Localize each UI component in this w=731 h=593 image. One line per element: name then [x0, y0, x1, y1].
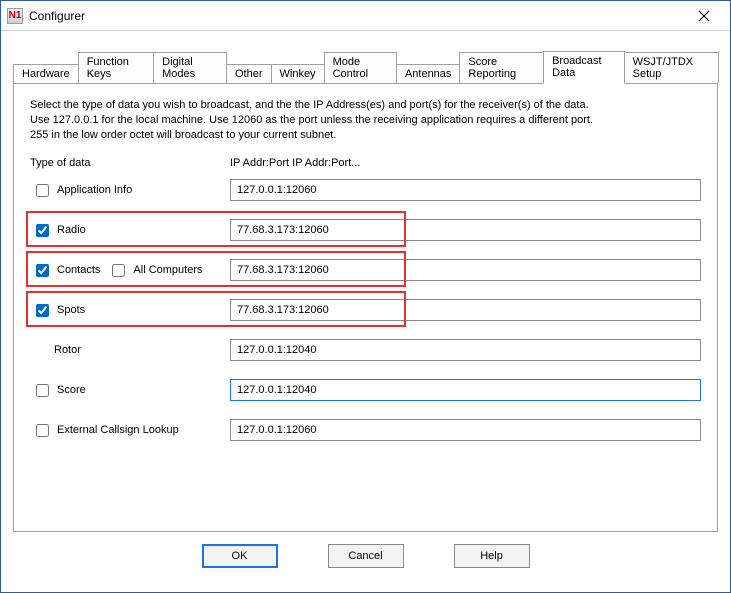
titlebar: N1 Configurer	[1, 1, 730, 31]
tab-hardware[interactable]: Hardware	[13, 64, 79, 83]
content-area: Hardware Function Keys Digital Modes Oth…	[1, 31, 730, 592]
close-icon	[698, 10, 710, 22]
input-external-callsign-lookup[interactable]	[230, 419, 701, 441]
tab-wsjt-jtdx-setup[interactable]: WSJT/JTDX Setup	[624, 52, 719, 83]
description-text: Select the type of data you wish to broa…	[30, 98, 701, 143]
header-type-of-data: Type of data	[30, 157, 230, 169]
label-contacts: Contacts	[57, 264, 100, 276]
label-application-info: Application Info	[57, 184, 132, 196]
cancel-button[interactable]: Cancel	[328, 544, 404, 568]
row-score: Score	[30, 379, 701, 401]
input-radio[interactable]	[230, 219, 701, 241]
description-line-1: Select the type of data you wish to broa…	[30, 98, 701, 113]
input-application-info[interactable]	[230, 179, 701, 201]
tab-broadcast-data[interactable]: Broadcast Data	[543, 51, 625, 84]
input-spots[interactable]	[230, 299, 701, 321]
checkbox-contacts[interactable]	[36, 264, 49, 277]
description-line-3: 255 in the low order octet will broadcas…	[30, 128, 701, 143]
tab-digital-modes[interactable]: Digital Modes	[153, 52, 227, 83]
tab-other[interactable]: Other	[226, 64, 272, 83]
tab-mode-control[interactable]: Mode Control	[324, 52, 397, 83]
tab-winkey[interactable]: Winkey	[271, 64, 325, 83]
tabstrip: Hardware Function Keys Digital Modes Oth…	[13, 61, 718, 83]
tab-antennas[interactable]: Antennas	[396, 64, 460, 83]
label-score: Score	[57, 384, 86, 396]
checkbox-external-callsign-lookup[interactable]	[36, 424, 49, 437]
broadcast-data-panel: Select the type of data you wish to broa…	[13, 83, 718, 532]
app-icon: N1	[7, 8, 23, 24]
input-rotor[interactable]	[230, 339, 701, 361]
label-radio: Radio	[57, 224, 86, 236]
row-radio: Radio	[30, 219, 701, 241]
rows-area: Application Info Radio C	[30, 179, 701, 459]
label-all-computers: All Computers	[133, 264, 202, 276]
checkbox-spots[interactable]	[36, 304, 49, 317]
label-external-callsign-lookup: External Callsign Lookup	[57, 424, 179, 436]
tab-function-keys[interactable]: Function Keys	[78, 52, 154, 83]
close-button[interactable]	[684, 2, 724, 30]
input-contacts[interactable]	[230, 259, 701, 281]
help-button[interactable]: Help	[454, 544, 530, 568]
checkbox-score[interactable]	[36, 384, 49, 397]
label-spots: Spots	[57, 304, 85, 316]
description-line-2: Use 127.0.0.1 for the local machine. Use…	[30, 113, 701, 128]
row-spots: Spots	[30, 299, 701, 321]
label-rotor: Rotor	[54, 344, 81, 356]
dialog-buttons: OK Cancel Help	[13, 532, 718, 582]
column-headers: Type of data IP Addr:Port IP Addr:Port..…	[30, 157, 701, 169]
window-title: Configurer	[29, 9, 684, 23]
checkbox-application-info[interactable]	[36, 184, 49, 197]
configurer-window: N1 Configurer Hardware Function Keys Dig…	[0, 0, 731, 593]
tab-score-reporting[interactable]: Score Reporting	[459, 52, 544, 83]
row-external-callsign-lookup: External Callsign Lookup	[30, 419, 701, 441]
header-ip-addr-port: IP Addr:Port IP Addr:Port...	[230, 157, 360, 169]
checkbox-all-computers[interactable]	[112, 264, 125, 277]
input-score[interactable]	[230, 379, 701, 401]
row-rotor: Rotor	[30, 339, 701, 361]
row-application-info: Application Info	[30, 179, 701, 201]
checkbox-radio[interactable]	[36, 224, 49, 237]
row-contacts: Contacts All Computers	[30, 259, 701, 281]
ok-button[interactable]: OK	[202, 544, 278, 568]
